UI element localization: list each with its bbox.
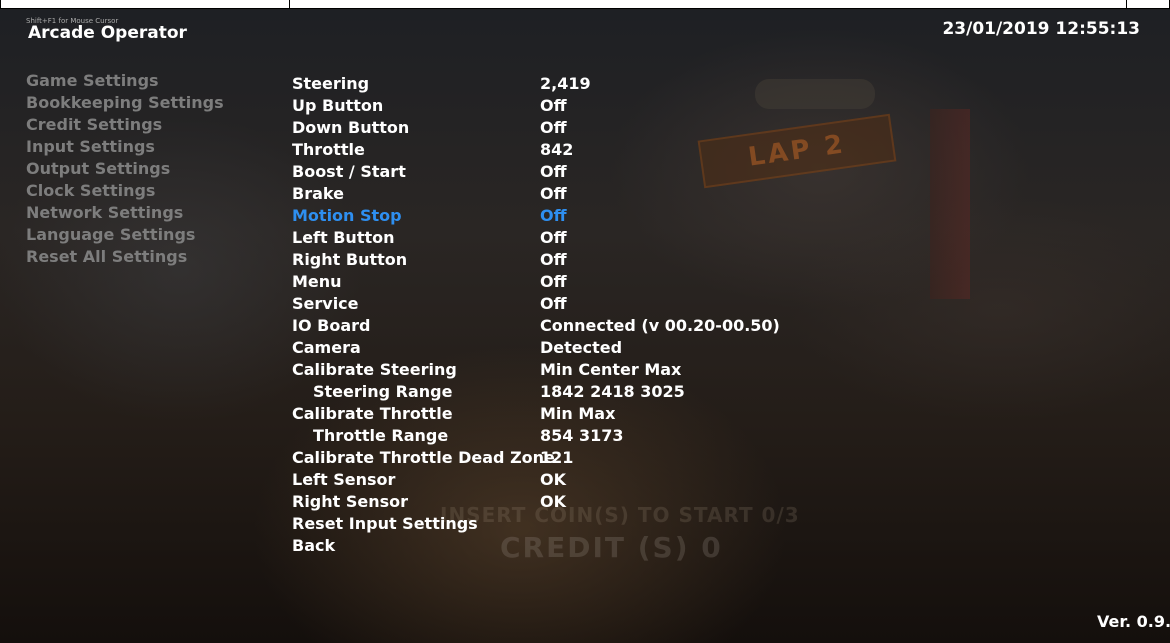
menu-row-label: Down Button	[292, 118, 410, 137]
menu-row-value: Off	[540, 206, 567, 225]
menu-row-calibrate-throttle-dead-zone[interactable]: Calibrate Throttle Dead Zone 121	[292, 447, 852, 469]
menu-row-label: Reset Input Settings	[292, 514, 478, 533]
menu-row-service[interactable]: Service Off	[292, 293, 852, 315]
menu-row-value: 1842 2418 3025	[540, 382, 685, 401]
menu-row-label: Steering	[292, 74, 370, 93]
menu-row-left-button[interactable]: Left Button Off	[292, 227, 852, 249]
menu-row-right-button[interactable]: Right Button Off	[292, 249, 852, 271]
menu-row-label: Throttle	[292, 140, 365, 159]
menu-row-value: Off	[540, 228, 567, 247]
settings-sidebar: Game Settings Bookkeeping Settings Credi…	[26, 70, 224, 268]
menu-row-value: Off	[540, 272, 567, 291]
menu-row-steering[interactable]: Steering 2,419	[292, 73, 852, 95]
menu-row-label: Service	[292, 294, 359, 313]
sidebar-item-game-settings[interactable]: Game Settings	[26, 70, 224, 92]
sidebar-item-clock-settings[interactable]: Clock Settings	[26, 180, 224, 202]
menu-row-label: Motion Stop	[292, 206, 402, 225]
menu-row-value: Off	[540, 184, 567, 203]
menu-row-label: Steering Range	[313, 382, 453, 401]
strip-divider	[0, 0, 1, 8]
strip-divider	[1126, 0, 1127, 8]
sidebar-item-bookkeeping-settings[interactable]: Bookkeeping Settings	[26, 92, 224, 114]
menu-row-label: Menu	[292, 272, 342, 291]
menu-row-label: Brake	[292, 184, 344, 203]
top-border-strip	[0, 0, 1170, 9]
menu-row-label: Camera	[292, 338, 361, 357]
menu-row-value: Off	[540, 118, 567, 137]
menu-row-value: Detected	[540, 338, 623, 357]
menu-row-right-sensor[interactable]: Right Sensor OK	[292, 491, 852, 513]
menu-row-label: Calibrate Steering	[292, 360, 457, 379]
menu-row-label: Calibrate Throttle Dead Zone	[292, 448, 555, 467]
menu-row-value: Off	[540, 294, 567, 313]
menu-row-label: Calibrate Throttle	[292, 404, 453, 423]
version-label: Ver. 0.9.22	[1097, 612, 1170, 631]
app-title: Arcade Operator	[28, 23, 187, 43]
menu-row-label: Left Sensor	[292, 470, 396, 489]
menu-row-value: 842	[540, 140, 574, 159]
menu-row-label: Up Button	[292, 96, 384, 115]
menu-row-label: Boost / Start	[292, 162, 406, 181]
menu-row-reset-input-settings[interactable]: Reset Input Settings	[292, 513, 852, 535]
menu-row-value: 854 3173	[540, 426, 624, 445]
menu-row-value: 2,419	[540, 74, 591, 93]
menu-row-value: OK	[540, 470, 566, 489]
menu-row-value: OK	[540, 492, 566, 511]
menu-row-brake[interactable]: Brake Off	[292, 183, 852, 205]
menu-row-left-sensor[interactable]: Left Sensor OK	[292, 469, 852, 491]
menu-row-value: Min Center Max	[540, 360, 682, 379]
sidebar-item-network-settings[interactable]: Network Settings	[26, 202, 224, 224]
sidebar-item-input-settings[interactable]: Input Settings	[26, 136, 224, 158]
menu-row-down-button[interactable]: Down Button Off	[292, 117, 852, 139]
menu-row-calibrate-steering[interactable]: Calibrate Steering Min Center Max	[292, 359, 852, 381]
menu-row-label: Back	[292, 536, 336, 555]
datetime-display: 23/01/2019 12:55:13	[942, 19, 1140, 39]
menu-row-io-board[interactable]: IO Board Connected (v 00.20-00.50)	[292, 315, 852, 337]
strip-divider	[289, 0, 290, 8]
menu-row-value: Off	[540, 250, 567, 269]
tower-shape	[930, 109, 970, 299]
menu-row-motion-stop[interactable]: Motion Stop Off	[292, 205, 852, 227]
menu-row-value: Min Max	[540, 404, 616, 423]
menu-row-value: Off	[540, 96, 567, 115]
menu-row-label: IO Board	[292, 316, 371, 335]
menu-row-throttle[interactable]: Throttle 842	[292, 139, 852, 161]
menu-row-value: Connected (v 00.20-00.50)	[540, 316, 780, 335]
menu-row-up-button[interactable]: Up Button Off	[292, 95, 852, 117]
menu-row-label: Right Button	[292, 250, 408, 269]
sidebar-item-credit-settings[interactable]: Credit Settings	[26, 114, 224, 136]
menu-row-throttle-range: Throttle Range 854 3173	[292, 425, 852, 447]
menu-row-label: Right Sensor	[292, 492, 409, 511]
menu-row-boost-start[interactable]: Boost / Start Off	[292, 161, 852, 183]
menu-row-steering-range: Steering Range 1842 2418 3025	[292, 381, 852, 403]
menu-row-back[interactable]: Back	[292, 535, 852, 557]
sidebar-item-output-settings[interactable]: Output Settings	[26, 158, 224, 180]
menu-row-camera[interactable]: Camera Detected	[292, 337, 852, 359]
menu-row-label: Throttle Range	[313, 426, 449, 445]
sidebar-item-language-settings[interactable]: Language Settings	[26, 224, 224, 246]
menu-row-value: 121	[540, 448, 574, 467]
input-settings-menu: Steering 2,419 Up Button Off Down Button Of…	[292, 73, 852, 557]
menu-row-menu[interactable]: Menu Off	[292, 271, 852, 293]
menu-row-value: Off	[540, 162, 567, 181]
sidebar-item-reset-all-settings[interactable]: Reset All Settings	[26, 246, 224, 268]
menu-row-calibrate-throttle[interactable]: Calibrate Throttle Min Max	[292, 403, 852, 425]
menu-row-label: Left Button	[292, 228, 395, 247]
